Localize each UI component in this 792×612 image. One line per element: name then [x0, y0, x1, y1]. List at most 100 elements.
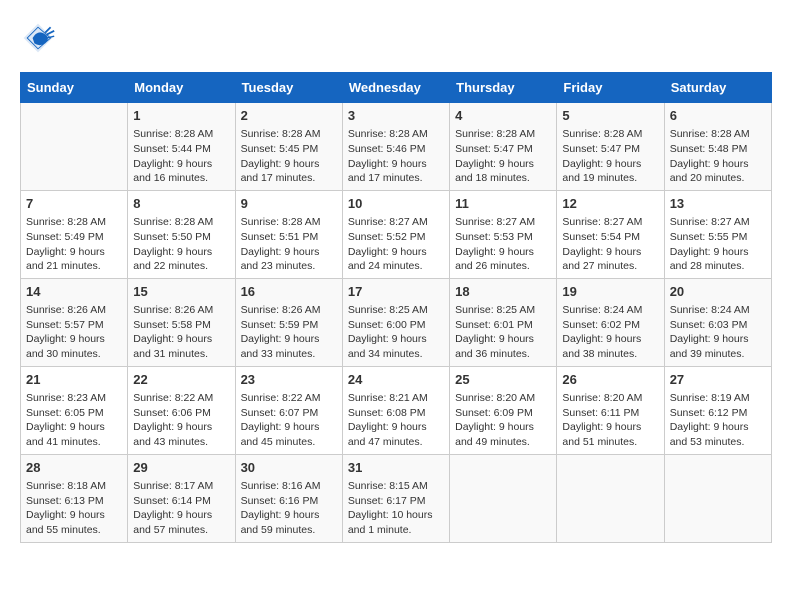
day-info-line: Daylight: 9 hours and 53 minutes.: [670, 420, 766, 449]
day-number: 23: [241, 371, 337, 389]
calendar-cell-w2-d1: 15Sunrise: 8:26 AMSunset: 5:58 PMDayligh…: [128, 278, 235, 366]
weekday-header-thursday: Thursday: [450, 73, 557, 103]
day-info-line: Sunrise: 8:21 AM: [348, 391, 444, 406]
calendar-table: SundayMondayTuesdayWednesdayThursdayFrid…: [20, 72, 772, 543]
day-info-line: Daylight: 9 hours and 16 minutes.: [133, 157, 229, 186]
day-info-line: Sunrise: 8:27 AM: [562, 215, 658, 230]
day-info-line: Sunrise: 8:26 AM: [133, 303, 229, 318]
day-info-line: Sunrise: 8:20 AM: [455, 391, 551, 406]
weekday-header-wednesday: Wednesday: [342, 73, 449, 103]
day-info-line: Sunrise: 8:28 AM: [562, 127, 658, 142]
day-info-line: Sunrise: 8:28 AM: [455, 127, 551, 142]
day-info-line: Sunset: 5:52 PM: [348, 230, 444, 245]
calendar-week-row-3: 21Sunrise: 8:23 AMSunset: 6:05 PMDayligh…: [21, 366, 772, 454]
calendar-cell-w0-d4: 4Sunrise: 8:28 AMSunset: 5:47 PMDaylight…: [450, 103, 557, 191]
calendar-cell-w4-d6: [664, 454, 771, 542]
calendar-cell-w2-d3: 17Sunrise: 8:25 AMSunset: 6:00 PMDayligh…: [342, 278, 449, 366]
day-info-line: Daylight: 9 hours and 43 minutes.: [133, 420, 229, 449]
day-info-line: Daylight: 9 hours and 22 minutes.: [133, 245, 229, 274]
day-number: 17: [348, 283, 444, 301]
day-number: 1: [133, 107, 229, 125]
calendar-cell-w1-d5: 12 Sunrise: 8:27 AMSunset: 5:54 PMDayligh…: [557, 190, 664, 278]
day-info-line: Sunset: 6:09 PM: [455, 406, 551, 421]
day-number: 30: [241, 459, 337, 477]
day-info-line: Daylight: 9 hours and 49 minutes.: [455, 420, 551, 449]
day-info-line: Sunrise: 8:15 AM: [348, 479, 444, 494]
day-info-line: Daylight: 9 hours and 51 minutes.: [562, 420, 658, 449]
day-info-line: Daylight: 9 hours and 31 minutes.: [133, 332, 229, 361]
calendar-cell-w1-d6: 13Sunrise: 8:27 AMSunset: 5:55 PMDayligh…: [664, 190, 771, 278]
day-info-line: Sunrise: 8:20 AM: [562, 391, 658, 406]
calendar-cell-w0-d2: 2Sunrise: 8:28 AMSunset: 5:45 PMDaylight…: [235, 103, 342, 191]
weekday-header-tuesday: Tuesday: [235, 73, 342, 103]
day-info-line: Sunset: 6:14 PM: [133, 494, 229, 509]
day-info-line: Daylight: 9 hours and 38 minutes.: [562, 332, 658, 361]
day-info-line: Sunrise: 8:26 AM: [26, 303, 122, 318]
day-info-line: Daylight: 9 hours and 27 minutes.: [562, 245, 658, 274]
calendar-cell-w3-d5: 26Sunrise: 8:20 AMSunset: 6:11 PMDayligh…: [557, 366, 664, 454]
calendar-cell-w2-d4: 18Sunrise: 8:25 AMSunset: 6:01 PMDayligh…: [450, 278, 557, 366]
calendar-cell-w3-d4: 25Sunrise: 8:20 AMSunset: 6:09 PMDayligh…: [450, 366, 557, 454]
day-number: 3: [348, 107, 444, 125]
calendar-cell-w0-d6: 6 Sunrise: 8:28 AMSunset: 5:48 PMDaylight…: [664, 103, 771, 191]
day-number: 19: [562, 283, 658, 301]
day-number: 15: [133, 283, 229, 301]
calendar-cell-w4-d3: 31Sunrise: 8:15 AMSunset: 6:17 PMDayligh…: [342, 454, 449, 542]
day-info-line: Sunrise: 8:28 AM: [133, 215, 229, 230]
calendar-cell-w4-d0: 28Sunrise: 8:18 AMSunset: 6:13 PMDayligh…: [21, 454, 128, 542]
day-info-line: Sunrise: 8:25 AM: [455, 303, 551, 318]
calendar-cell-w1-d2: 9Sunrise: 8:28 AMSunset: 5:51 PMDaylight…: [235, 190, 342, 278]
day-info-line: Sunset: 5:47 PM: [455, 142, 551, 157]
day-info-line: Daylight: 9 hours and 39 minutes.: [670, 332, 766, 361]
day-info-line: Daylight: 9 hours and 20 minutes.: [670, 157, 766, 186]
day-info-line: Sunrise: 8:27 AM: [455, 215, 551, 230]
calendar-cell-w1-d4: 11Sunrise: 8:27 AMSunset: 5:53 PMDayligh…: [450, 190, 557, 278]
day-info-line: Sunrise: 8:17 AM: [133, 479, 229, 494]
day-number: 10: [348, 195, 444, 213]
day-info-line: Daylight: 9 hours and 41 minutes.: [26, 420, 122, 449]
weekday-header-row: SundayMondayTuesdayWednesdayThursdayFrid…: [21, 73, 772, 103]
day-number: 6: [670, 107, 766, 125]
day-info-line: Daylight: 9 hours and 47 minutes.: [348, 420, 444, 449]
day-info-line: Daylight: 9 hours and 23 minutes.: [241, 245, 337, 274]
day-info-line: Sunset: 6:03 PM: [670, 318, 766, 333]
day-info-line: Daylight: 9 hours and 18 minutes.: [455, 157, 551, 186]
day-info-line: Sunrise: 8:23 AM: [26, 391, 122, 406]
day-info-line: Sunrise: 8:28 AM: [241, 215, 337, 230]
day-number: 20: [670, 283, 766, 301]
day-info-line: Daylight: 9 hours and 57 minutes.: [133, 508, 229, 537]
calendar-week-row-1: 7Sunrise: 8:28 AMSunset: 5:49 PMDaylight…: [21, 190, 772, 278]
calendar-week-row-0: 1Sunrise: 8:28 AMSunset: 5:44 PMDaylight…: [21, 103, 772, 191]
day-info-line: Daylight: 9 hours and 30 minutes.: [26, 332, 122, 361]
day-info-line: Sunset: 6:05 PM: [26, 406, 122, 421]
day-info-line: Sunrise: 8:28 AM: [133, 127, 229, 142]
day-info-line: Sunset: 6:02 PM: [562, 318, 658, 333]
day-info-line: Sunset: 5:51 PM: [241, 230, 337, 245]
day-number: 12: [562, 195, 658, 213]
day-number: 26: [562, 371, 658, 389]
day-number: 16: [241, 283, 337, 301]
day-number: 14: [26, 283, 122, 301]
weekday-header-saturday: Saturday: [664, 73, 771, 103]
day-number: 24: [348, 371, 444, 389]
day-info-line: Sunrise: 8:28 AM: [670, 127, 766, 142]
day-info-line: Sunset: 5:50 PM: [133, 230, 229, 245]
day-info-line: Daylight: 9 hours and 24 minutes.: [348, 245, 444, 274]
day-info-line: Sunset: 5:45 PM: [241, 142, 337, 157]
calendar-cell-w4-d1: 29Sunrise: 8:17 AMSunset: 6:14 PMDayligh…: [128, 454, 235, 542]
day-info-line: Daylight: 9 hours and 34 minutes.: [348, 332, 444, 361]
day-info-line: Sunset: 6:16 PM: [241, 494, 337, 509]
day-info-line: Daylight: 9 hours and 33 minutes.: [241, 332, 337, 361]
calendar-cell-w1-d3: 10Sunrise: 8:27 AMSunset: 5:52 PMDayligh…: [342, 190, 449, 278]
day-info-line: Sunset: 5:48 PM: [670, 142, 766, 157]
weekday-header-friday: Friday: [557, 73, 664, 103]
calendar-cell-w1-d0: 7Sunrise: 8:28 AMSunset: 5:49 PMDaylight…: [21, 190, 128, 278]
day-info-line: Daylight: 9 hours and 19 minutes.: [562, 157, 658, 186]
day-number: 21: [26, 371, 122, 389]
day-info-line: Sunrise: 8:24 AM: [670, 303, 766, 318]
day-info-line: Daylight: 9 hours and 36 minutes.: [455, 332, 551, 361]
calendar-cell-w2-d2: 16Sunrise: 8:26 AMSunset: 5:59 PMDayligh…: [235, 278, 342, 366]
day-number: 5: [562, 107, 658, 125]
weekday-header-monday: Monday: [128, 73, 235, 103]
day-info-line: Sunset: 5:54 PM: [562, 230, 658, 245]
